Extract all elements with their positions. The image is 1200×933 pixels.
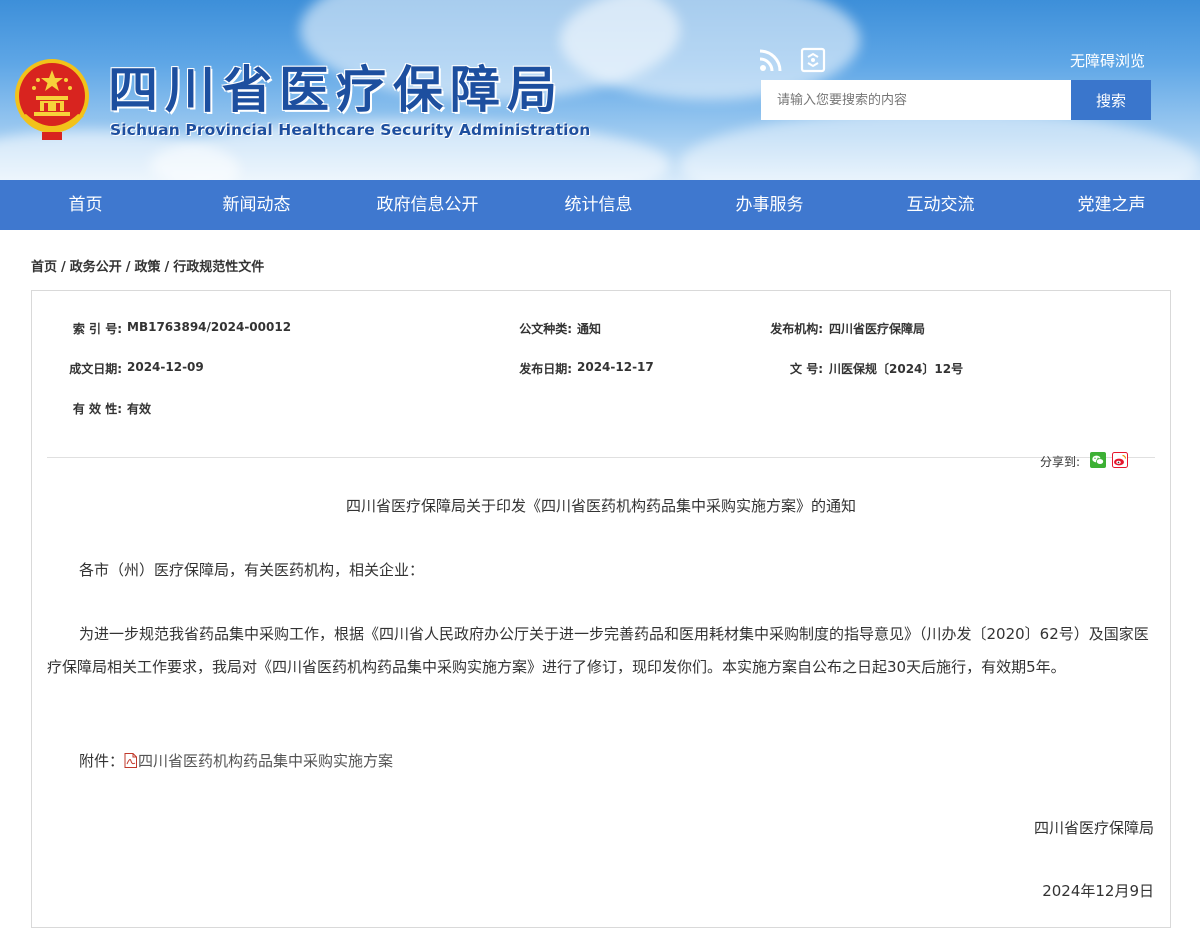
nav-item-statistics[interactable]: 统计信息 (513, 180, 684, 230)
meta-index-value: MB1763894/2024-00012 (127, 320, 292, 334)
main-nav: 首页 新闻动态 政府信息公开 统计信息 办事服务 互动交流 党建之声 (0, 180, 1200, 230)
meta-validity-label: 有 效 性: (72, 402, 122, 416)
attachment-link[interactable]: 四川省医药机构药品集中采购实施方案 (124, 752, 393, 770)
breadcrumb-separator: / (61, 260, 66, 275)
meta-index-label: 索 引 号: (72, 322, 122, 336)
document-date: 2024年12月9日 (1042, 882, 1154, 900)
meta-doc-type-label: 公文种类: (519, 322, 572, 336)
meta-created-value: 2024-12-09 (127, 360, 204, 374)
document-signature: 四川省医疗保障局 (1033, 819, 1154, 837)
rss-icon[interactable] (758, 47, 784, 73)
meta-issuer-label: 发布机构: (770, 322, 823, 336)
attachment-label: 附件： (79, 752, 125, 770)
mobile-icon[interactable] (800, 47, 826, 73)
wechat-icon[interactable] (1090, 452, 1106, 468)
emblem-icon (15, 59, 89, 140)
meta-created-label: 成文日期: (69, 362, 122, 376)
site-subtitle: Sichuan Provincial Healthcare Security A… (110, 121, 591, 139)
weibo-icon[interactable] (1112, 452, 1128, 468)
document-body: 为进一步规范我省药品集中采购工作，根据《四川省人民政府办公厅关于进一步完善药品和… (47, 625, 1149, 676)
site-title: 四川省医疗保障局 (108, 61, 564, 119)
nav-item-news[interactable]: 新闻动态 (171, 180, 342, 230)
breadcrumb-gov-affairs[interactable]: 政务公开 (70, 260, 122, 275)
attachment-name: 四川省医药机构药品集中采购实施方案 (138, 752, 394, 770)
meta-validity-value: 有效 (127, 402, 152, 416)
meta-doc-no-value: 川医保规〔2024〕12号 (829, 362, 964, 376)
meta-published-label: 发布日期: (519, 362, 572, 376)
nav-item-interaction[interactable]: 互动交流 (855, 180, 1026, 230)
attachment-line: 附件： 四川省医药机构药品集中采购实施方案 (47, 745, 1155, 778)
breadcrumb-separator: / (164, 260, 170, 275)
nav-item-party[interactable]: 党建之声 (1026, 180, 1197, 230)
nav-item-services[interactable]: 办事服务 (684, 180, 855, 230)
site-header: 四川省医疗保障局 Sichuan Provincial Healthcare S… (0, 0, 1200, 180)
meta-divider (47, 457, 1155, 458)
breadcrumb-home[interactable]: 首页 (31, 260, 57, 275)
meta-doc-type-value: 通知 (577, 322, 602, 336)
article-container: 索 引 号: MB1763894/2024-00012 公文种类: 通知 发布机… (31, 290, 1171, 928)
breadcrumb-separator: / (125, 260, 131, 275)
document-title: 四川省医疗保障局关于印发《四川省医药机构药品集中采购实施方案》的通知 (345, 497, 856, 515)
document-salutation: 各市（州）医疗保障局，有关医药机构，相关企业： (79, 561, 425, 579)
breadcrumb-regulatory-docs[interactable]: 行政规范性文件 (173, 260, 264, 275)
meta-published-value: 2024-12-17 (577, 360, 654, 374)
search-input[interactable] (761, 80, 1071, 120)
meta-issuer-value: 四川省医疗保障局 (829, 322, 926, 336)
share-label: 分享到: (1040, 455, 1081, 469)
breadcrumb: 首页 / 政务公开 / 政策 / 行政规范性文件 (31, 256, 264, 275)
search-button[interactable]: 搜索 (1071, 80, 1151, 120)
meta-doc-no-label: 文 号: (790, 362, 823, 376)
nav-item-gov-info[interactable]: 政府信息公开 (342, 180, 513, 230)
breadcrumb-policy[interactable]: 政策 (135, 260, 161, 275)
nav-item-home[interactable]: 首页 (0, 180, 171, 230)
pdf-icon (124, 753, 138, 768)
accessibility-link[interactable]: 无障碍浏览 (1070, 50, 1145, 71)
